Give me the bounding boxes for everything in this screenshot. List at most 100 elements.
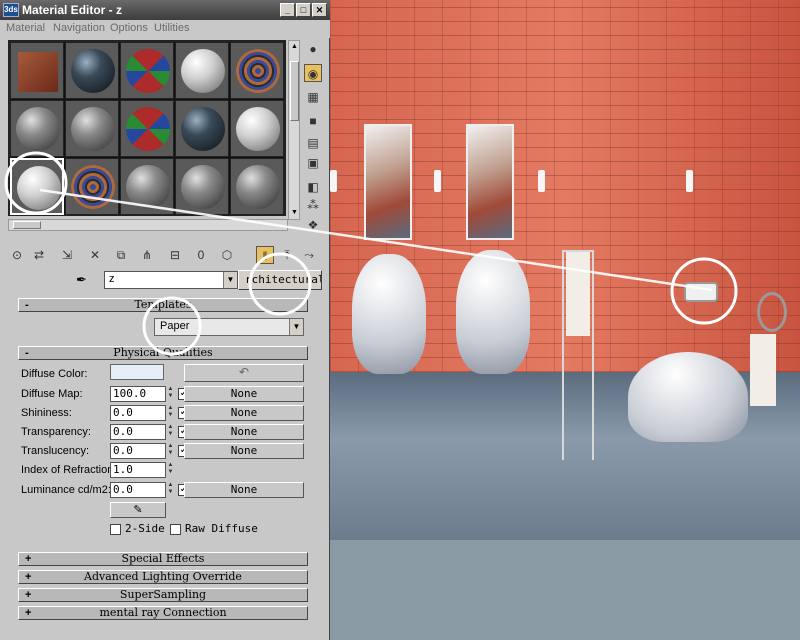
make-preview-icon[interactable]: ▣ bbox=[304, 154, 322, 172]
diffuse-map-spinner[interactable]: 100.0 bbox=[110, 386, 166, 402]
special-effects-rollout-header[interactable]: + Special Effects bbox=[18, 552, 308, 566]
show-end-result-icon[interactable]: ‖ bbox=[256, 246, 274, 264]
spinner-arrows-icon[interactable]: ▲ ▼ bbox=[166, 424, 175, 440]
slots-vertical-scrollbar[interactable]: ▲ ▼ bbox=[288, 40, 300, 220]
template-select[interactable]: Paper ▼ bbox=[154, 318, 304, 336]
go-forward-icon[interactable]: ⤳ bbox=[300, 246, 318, 264]
wall-light bbox=[330, 170, 337, 192]
reset-map-icon[interactable]: ✕ bbox=[86, 246, 104, 264]
sample-slot[interactable] bbox=[65, 158, 119, 215]
go-to-parent-icon[interactable]: ⤒ bbox=[278, 246, 296, 264]
spinner-arrows-icon[interactable]: ▲ ▼ bbox=[166, 462, 175, 478]
scroll-down-icon[interactable]: ▼ bbox=[291, 209, 298, 216]
sample-slot[interactable] bbox=[230, 42, 284, 99]
sample-slot[interactable] bbox=[230, 100, 284, 157]
translucency-map-button[interactable]: None bbox=[184, 443, 304, 459]
make-copy-icon[interactable]: ⧉ bbox=[112, 246, 130, 264]
luminance-label: Luminance cd/m2: bbox=[21, 484, 111, 496]
two-side-option[interactable]: 2-Side bbox=[110, 522, 165, 535]
video-color-check-icon[interactable]: ▤ bbox=[304, 134, 322, 152]
bottom-toolbar: ⊙ ⇄ ⇲ ✕ ⧉ ⋔ ⊟ 0 ⬡ ‖ ⤒ ⤳ bbox=[8, 244, 318, 266]
minimize-button[interactable]: _ bbox=[280, 3, 295, 17]
luminance-map-button[interactable]: None bbox=[184, 482, 304, 498]
brick-box-preview bbox=[18, 52, 58, 92]
physical-qualities-rollout-header[interactable]: - Physical Qualities bbox=[18, 346, 308, 360]
sample-slot[interactable] bbox=[175, 100, 229, 157]
sample-type-sphere-icon[interactable]: ● bbox=[304, 40, 322, 58]
chevron-down-icon[interactable]: ▼ bbox=[289, 319, 303, 335]
slots-horizontal-scrollbar[interactable] bbox=[8, 219, 288, 231]
mirror-left bbox=[364, 124, 412, 240]
material-name-input[interactable]: z ▼ bbox=[104, 271, 238, 289]
menu-material[interactable]: Material bbox=[6, 22, 45, 34]
shininess-spinner[interactable]: 0.0 bbox=[110, 405, 166, 421]
sample-slot[interactable] bbox=[65, 100, 119, 157]
sample-slot[interactable] bbox=[175, 42, 229, 99]
shininess-map-button[interactable]: None bbox=[184, 405, 304, 421]
put-to-scene-icon[interactable]: ⇄ bbox=[30, 246, 48, 264]
raw-diffuse-label: Raw Diffuse bbox=[185, 522, 258, 535]
diffuse-map-button[interactable]: None bbox=[184, 386, 304, 402]
undo-icon[interactable]: ↶ bbox=[184, 364, 304, 382]
diffuse-color-swatch[interactable] bbox=[110, 364, 164, 380]
transparency-map-button[interactable]: None bbox=[184, 424, 304, 440]
options-icon[interactable]: ◧ bbox=[304, 178, 322, 196]
sample-slot[interactable] bbox=[65, 42, 119, 99]
bidet bbox=[628, 352, 748, 442]
backlight-icon[interactable]: ◉ bbox=[304, 64, 322, 82]
raw-diffuse-checkbox[interactable] bbox=[170, 523, 181, 535]
sample-slot[interactable] bbox=[120, 42, 174, 99]
spinner-arrows-icon[interactable]: ▲ ▼ bbox=[166, 405, 175, 421]
sphere-preview bbox=[71, 165, 115, 209]
scroll-thumb[interactable] bbox=[290, 61, 299, 121]
sample-slot[interactable] bbox=[10, 42, 64, 99]
mental-ray-connection-rollout-header[interactable]: + mental ray Connection bbox=[18, 606, 308, 620]
ior-spinner[interactable]: 1.0 bbox=[110, 462, 166, 478]
select-by-material-icon[interactable]: ⁂ bbox=[304, 196, 322, 214]
spinner-arrows-icon[interactable]: ▲ ▼ bbox=[166, 482, 175, 498]
get-material-icon[interactable]: ⊙ bbox=[8, 246, 26, 264]
material-id-channel-icon[interactable]: 0 bbox=[192, 246, 210, 264]
material-navigator-icon[interactable]: ❖ bbox=[304, 216, 322, 234]
make-unique-icon[interactable]: ⋔ bbox=[138, 246, 156, 264]
scroll-up-icon[interactable]: ▲ bbox=[291, 43, 298, 50]
assign-to-selection-icon[interactable]: ⇲ bbox=[58, 246, 76, 264]
spinner-arrows-icon[interactable]: ▲ ▼ bbox=[166, 443, 175, 459]
advanced-lighting-override-rollout-header[interactable]: + Advanced Lighting Override bbox=[18, 570, 308, 584]
show-map-icon[interactable]: ⬡ bbox=[218, 246, 236, 264]
sample-uv-tiling-icon[interactable]: ■ bbox=[304, 112, 322, 130]
menu-navigation[interactable]: Navigation bbox=[53, 22, 105, 34]
set-luminance-from-light-button[interactable]: ✎ bbox=[110, 502, 166, 518]
templates-rollout-header[interactable]: - Templates bbox=[18, 298, 308, 312]
material-type-button[interactable]: rchitectural bbox=[238, 270, 322, 290]
sphere-preview bbox=[71, 49, 115, 93]
sample-slot[interactable] bbox=[230, 158, 284, 215]
chevron-down-icon[interactable]: ▼ bbox=[223, 272, 237, 288]
title-bar: 3ds Material Editor - z _ □ ✕ bbox=[0, 0, 330, 20]
luminance-spinner[interactable]: 0.0 bbox=[110, 482, 166, 498]
background-checker-icon[interactable]: ▦ bbox=[304, 88, 322, 106]
rollout-title: Advanced Lighting Override bbox=[84, 570, 242, 583]
menu-options[interactable]: Options bbox=[110, 22, 148, 34]
transparency-spinner[interactable]: 0.0 bbox=[110, 424, 166, 440]
raw-diffuse-option[interactable]: Raw Diffuse bbox=[170, 522, 258, 535]
spinner-arrows-icon[interactable]: ▲ ▼ bbox=[166, 386, 175, 402]
supersampling-rollout-header[interactable]: + SuperSampling bbox=[18, 588, 308, 602]
translucency-label: Translucency: bbox=[21, 445, 90, 457]
sample-slot-active[interactable] bbox=[10, 158, 64, 215]
sample-slot[interactable] bbox=[120, 100, 174, 157]
scroll-thumb[interactable] bbox=[13, 221, 41, 229]
two-side-checkbox[interactable] bbox=[110, 523, 121, 535]
sphere-preview bbox=[236, 49, 280, 93]
rollout-title: mental ray Connection bbox=[99, 606, 227, 619]
sample-slot[interactable] bbox=[10, 100, 64, 157]
put-to-library-icon[interactable]: ⊟ bbox=[166, 246, 184, 264]
menu-utilities[interactable]: Utilities bbox=[154, 22, 189, 34]
translucency-spinner[interactable]: 0.0 bbox=[110, 443, 166, 459]
close-button[interactable]: ✕ bbox=[312, 3, 327, 17]
menu-bar: Material Navigation Options Utilities bbox=[0, 20, 330, 38]
maximize-button[interactable]: □ bbox=[296, 3, 311, 17]
sample-slot[interactable] bbox=[120, 158, 174, 215]
eyedropper-icon[interactable]: ✒ bbox=[76, 272, 87, 288]
sample-slot[interactable] bbox=[175, 158, 229, 215]
